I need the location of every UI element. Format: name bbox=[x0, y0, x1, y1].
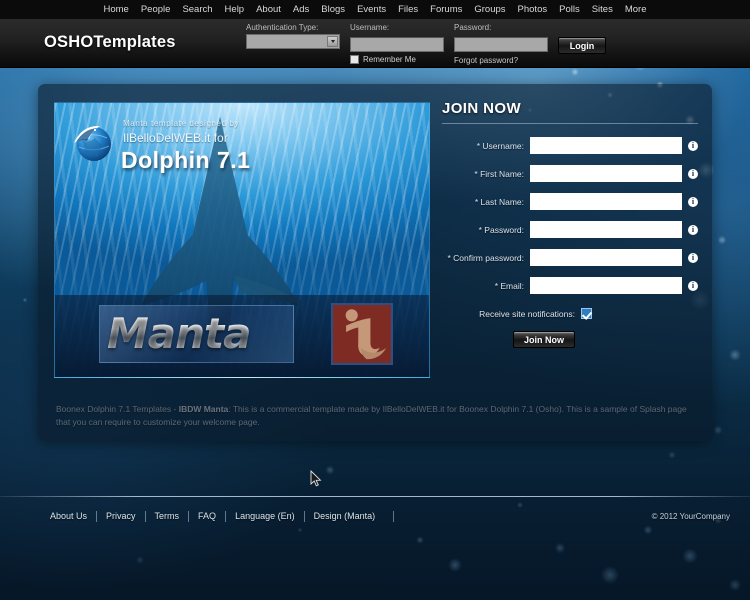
username-label: Username: bbox=[350, 23, 390, 32]
header-login-form: Authentication Type: Username: Remember … bbox=[246, 23, 606, 65]
join-first-name-input[interactable] bbox=[530, 165, 682, 182]
manta-wordmark-text: Manta bbox=[107, 309, 251, 358]
join-confirm-password-input[interactable] bbox=[530, 249, 682, 266]
nav-more[interactable]: More bbox=[619, 0, 653, 19]
footer-copyright: © 2012 YourCompany bbox=[651, 511, 730, 521]
nav-people[interactable]: People bbox=[135, 0, 177, 19]
receive-notifications-checkbox[interactable] bbox=[581, 308, 592, 319]
footer-links: About Us Privacy Terms FAQ Language (En) Desi… bbox=[50, 510, 395, 522]
auth-type-field: Authentication Type: bbox=[246, 23, 340, 49]
info-icon[interactable]: i bbox=[688, 140, 698, 151]
join-now-button[interactable]: Join Now bbox=[513, 331, 575, 348]
info-icon[interactable]: i bbox=[688, 168, 698, 179]
join-password-row: * Password: i bbox=[442, 221, 698, 238]
site-header: OSHOTemplates Authentication Type: Usern… bbox=[0, 19, 750, 68]
join-now-title: JOIN NOW bbox=[442, 100, 522, 117]
join-fields-list: * Username: i * First Name: i * Last Name: i *… bbox=[442, 137, 698, 294]
auth-type-select[interactable] bbox=[246, 34, 340, 49]
info-icon[interactable]: i bbox=[688, 224, 698, 235]
join-first-name-label: * First Name: bbox=[474, 168, 524, 179]
join-first-name-row: * First Name: i bbox=[442, 165, 698, 182]
footer-separator bbox=[393, 510, 395, 522]
footer-design[interactable]: Design (Manta) bbox=[305, 511, 385, 521]
receive-notifications-row[interactable]: Receive site notifications: bbox=[442, 308, 698, 319]
remember-me-label: Remember Me bbox=[363, 55, 416, 64]
join-email-input[interactable] bbox=[530, 277, 682, 294]
password-input[interactable] bbox=[454, 36, 548, 52]
nav-files[interactable]: Files bbox=[392, 0, 424, 19]
nav-polls[interactable]: Polls bbox=[553, 0, 586, 19]
splash-title: Dolphin 7.1 bbox=[121, 147, 251, 173]
join-divider bbox=[442, 123, 698, 124]
splash-credit-line1: Manta template designed by bbox=[123, 119, 240, 128]
join-now-section: JOIN NOW * Username: i * First Name: i * Las… bbox=[442, 100, 698, 348]
splash-image: Manta template designed by IlBelloDelWEB… bbox=[54, 102, 430, 378]
splash-credit-line2: IlBelloDelWEB.it for bbox=[123, 130, 228, 145]
join-now-button-wrap: Join Now bbox=[442, 331, 698, 348]
footer-language[interactable]: Language (En) bbox=[226, 511, 304, 521]
join-last-name-label: * Last Name: bbox=[474, 196, 524, 207]
join-username-row: * Username: i bbox=[442, 137, 698, 154]
join-last-name-row: * Last Name: i bbox=[442, 193, 698, 210]
join-confirm-password-row: * Confirm password: i bbox=[442, 249, 698, 266]
forgot-password-link[interactable]: Forgot password? bbox=[454, 56, 548, 65]
site-footer: About Us Privacy Terms FAQ Language (En) Desi… bbox=[0, 497, 750, 535]
site-logo[interactable]: OSHOTemplates bbox=[44, 33, 176, 52]
footer-faq[interactable]: FAQ bbox=[189, 511, 225, 521]
nav-ads[interactable]: Ads bbox=[287, 0, 315, 19]
nav-search[interactable]: Search bbox=[176, 0, 218, 19]
chevron-down-icon[interactable] bbox=[327, 36, 338, 47]
password-label: Password: bbox=[454, 23, 492, 32]
join-password-input[interactable] bbox=[530, 221, 682, 238]
nav-sites[interactable]: Sites bbox=[586, 0, 619, 19]
join-password-label: * Password: bbox=[478, 224, 524, 235]
info-icon[interactable]: i bbox=[688, 252, 698, 263]
ilbellodelweb-it-logo-icon bbox=[331, 303, 393, 365]
top-navigation-bar: Home People Search Help About Ads Blogs Events F… bbox=[0, 0, 750, 19]
auth-type-label: Authentication Type: bbox=[246, 23, 319, 32]
dolphin-globe-icon bbox=[74, 125, 111, 161]
nav-groups[interactable]: Groups bbox=[468, 0, 511, 19]
info-icon[interactable]: i bbox=[688, 196, 698, 207]
footer-about-us[interactable]: About Us bbox=[50, 511, 96, 521]
username-field: Username: Remember Me bbox=[350, 23, 444, 64]
nav-help[interactable]: Help bbox=[219, 0, 251, 19]
manta-wordmark-band: Manta bbox=[55, 295, 429, 377]
nav-blogs[interactable]: Blogs bbox=[315, 0, 351, 19]
footer-privacy[interactable]: Privacy bbox=[97, 511, 145, 521]
nav-home[interactable]: Home bbox=[98, 0, 135, 19]
login-button[interactable]: Login bbox=[558, 37, 606, 54]
join-email-label: * Email: bbox=[494, 280, 524, 291]
main-content-panel: Manta template designed by IlBelloDelWEB… bbox=[38, 84, 712, 441]
nav-photos[interactable]: Photos bbox=[512, 0, 554, 19]
join-username-label: * Username: bbox=[476, 140, 524, 151]
remember-me-row[interactable]: Remember Me bbox=[350, 55, 444, 64]
info-icon[interactable]: i bbox=[688, 280, 698, 291]
join-confirm-password-label: * Confirm password: bbox=[447, 252, 524, 263]
nav-events[interactable]: Events bbox=[351, 0, 392, 19]
join-username-input[interactable] bbox=[530, 137, 682, 154]
nav-about[interactable]: About bbox=[250, 0, 287, 19]
nav-forums[interactable]: Forums bbox=[424, 0, 468, 19]
join-email-row: * Email: i bbox=[442, 277, 698, 294]
footer-terms[interactable]: Terms bbox=[146, 511, 189, 521]
username-input[interactable] bbox=[350, 36, 444, 52]
receive-notifications-label: Receive site notifications: bbox=[479, 308, 575, 319]
remember-me-checkbox[interactable] bbox=[350, 55, 359, 64]
splash-credit: Manta template designed by IlBelloDelWEB… bbox=[123, 119, 239, 146]
password-field: Password: Forgot password? bbox=[454, 23, 548, 65]
join-last-name-input[interactable] bbox=[530, 193, 682, 210]
